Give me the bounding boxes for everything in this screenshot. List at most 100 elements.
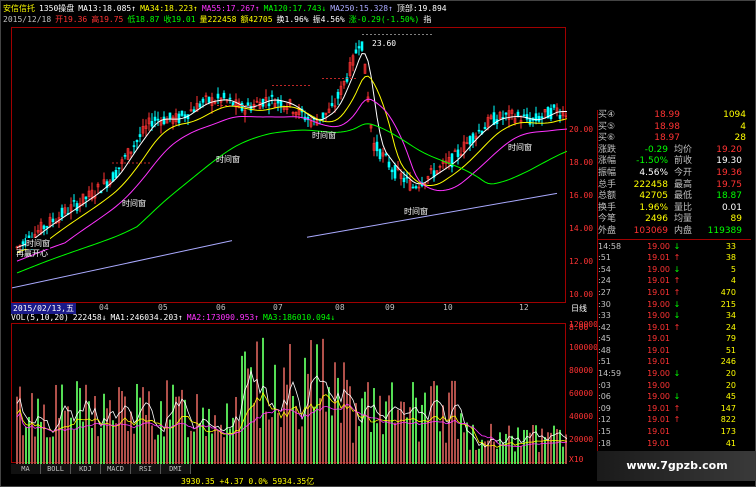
tick-row[interactable]: :30 19.00 ↓ 215 <box>598 299 751 311</box>
tick-row[interactable]: 14:59 19.00 ↓ 20 <box>598 368 751 380</box>
candle-body <box>525 114 529 120</box>
candle-body <box>216 93 220 99</box>
stat-label: 今笔 <box>598 214 617 225</box>
volume-tick: 100000 <box>569 343 598 352</box>
tab-boll[interactable]: BOLL <box>41 464 71 474</box>
tick-row[interactable]: :45 19.01 79 <box>598 333 751 345</box>
volume-bar <box>115 423 117 464</box>
tick-price: 19.00 <box>647 392 670 402</box>
tick-price: 19.01 <box>647 334 670 344</box>
tick-row[interactable]: :03 19.00 20 <box>598 380 751 392</box>
tick-row[interactable]: :09 19.01 ↑ 147 <box>598 403 751 415</box>
tab-rsi[interactable]: RSI <box>131 464 161 474</box>
volume-bar <box>244 351 246 464</box>
tick-row[interactable]: :33 19.00 ↓ 34 <box>598 310 751 322</box>
candle-body <box>414 186 418 189</box>
stat-value: 42705 <box>639 191 668 202</box>
ma250-line-right <box>306 192 558 238</box>
volume-bar <box>535 425 537 464</box>
ma34-line <box>16 75 567 254</box>
volume-bar <box>46 437 48 464</box>
volume-bar <box>292 395 294 464</box>
tick-arrow-icon: ↓ <box>673 299 681 309</box>
tick-list[interactable]: 14:58 19.00 ↓ 33:51 19.01 ↑ 38:54 19.00 ↓ 5:24 19.… <box>598 241 751 473</box>
tick-row[interactable]: :51 19.01 ↑ 38 <box>598 252 751 264</box>
stat-row: 今笔 2496 均量 89 <box>598 214 751 226</box>
volume-bar <box>160 401 162 464</box>
candle-body <box>384 153 388 156</box>
index-status: 3930.35 +4.37 0.0% 5934.35亿 <box>181 477 315 486</box>
tab-macd[interactable]: MACD <box>101 464 131 474</box>
volume-bar <box>202 407 204 464</box>
kline-chart[interactable]: 23.60 时间窗 再赢开心 时间窗 时间窗 时间窗 时间窗 时间窗 <box>11 27 567 303</box>
tick-arrow-icon <box>670 438 684 450</box>
volume-bar <box>532 424 534 464</box>
date-axis: 2015/02/13,五 04 05 06 07 08 09 10 12 日线 <box>11 303 599 314</box>
volume-bar <box>109 400 111 464</box>
candle-body <box>330 103 334 106</box>
volume-bar <box>286 384 288 464</box>
volume-bar <box>154 439 156 464</box>
volume-bar <box>517 427 519 464</box>
volume-bar <box>421 404 423 464</box>
tick-time: :30 <box>598 299 611 309</box>
volume-bar <box>55 384 57 464</box>
price-tick: 14.00 <box>569 224 594 233</box>
candle-body <box>540 116 544 119</box>
volume-bar <box>253 403 255 464</box>
tab-kdj[interactable]: KDJ <box>71 464 101 474</box>
volume-bar <box>178 396 180 464</box>
volume-bar <box>259 428 261 464</box>
month-12: 12 <box>519 303 529 312</box>
candle-body <box>528 118 532 125</box>
volume-bar <box>106 408 108 464</box>
candle-body <box>228 97 232 100</box>
tick-volume: 173 <box>720 427 736 437</box>
volume-bar <box>100 427 102 464</box>
volume-bar <box>139 397 141 464</box>
tick-volume: 20 <box>725 369 736 379</box>
candle-body <box>456 149 460 158</box>
volume-header-item: MA1:246034.203↑ <box>110 313 183 322</box>
tick-arrow-icon: ↑ <box>673 415 681 425</box>
tick-row[interactable]: :06 19.00 ↓ 45 <box>598 391 751 403</box>
volume-bar <box>448 392 450 464</box>
tick-row[interactable]: :24 19.01 ↑ 4 <box>598 275 751 287</box>
candle-body <box>336 91 340 99</box>
volume-bar <box>331 415 333 464</box>
tick-row[interactable]: :18 19.01 41 <box>598 438 751 450</box>
volume-bar <box>541 428 543 464</box>
bid-row[interactable]: 买④ 18.99 1094 <box>598 110 751 122</box>
tick-time: :48 <box>598 345 611 355</box>
candle-body <box>552 104 556 108</box>
tick-row[interactable]: :54 19.00 ↓ 5 <box>598 264 751 276</box>
volume-bar <box>553 425 555 464</box>
tick-row[interactable]: :42 19.01 ↑ 24 <box>598 322 751 334</box>
tick-price: 19.01 <box>647 253 670 263</box>
candle-body <box>549 108 553 120</box>
volume-bar <box>463 432 465 464</box>
tab-ma[interactable]: MA <box>11 464 41 474</box>
tab-dmi[interactable]: DMI <box>161 464 191 474</box>
tick-row[interactable]: :51 19.01 246 <box>598 356 751 368</box>
tick-time: :03 <box>598 380 611 390</box>
tick-row[interactable]: :48 19.01 51 <box>598 345 751 357</box>
tick-row[interactable]: 14:58 19.00 ↓ 33 <box>598 241 751 253</box>
tick-row[interactable]: :12 19.01 ↑ 822 <box>598 414 751 426</box>
volume-chart[interactable] <box>11 323 567 464</box>
header-item: MA120:17.743↓ <box>263 4 327 13</box>
tick-row[interactable]: :15 19.01 173 <box>598 426 751 438</box>
volume-bar <box>112 420 114 464</box>
tick-price: 19.00 <box>647 380 670 390</box>
candle-body <box>246 102 250 106</box>
bid-row[interactable]: 买⑤ 18.98 4 <box>598 122 751 134</box>
tick-arrow-icon <box>670 345 684 357</box>
tick-arrow-icon <box>670 380 684 392</box>
tick-row[interactable]: :27 19.01 ↑ 470 <box>598 287 751 299</box>
bid-row[interactable]: 买⑥ 18.97 28 <box>598 133 751 145</box>
header-item: 2015/12/18 <box>3 15 52 24</box>
tick-volume: 20 <box>725 380 736 390</box>
volume-bar <box>280 427 282 464</box>
tick-volume: 79 <box>725 334 736 344</box>
volume-bar <box>547 432 549 464</box>
